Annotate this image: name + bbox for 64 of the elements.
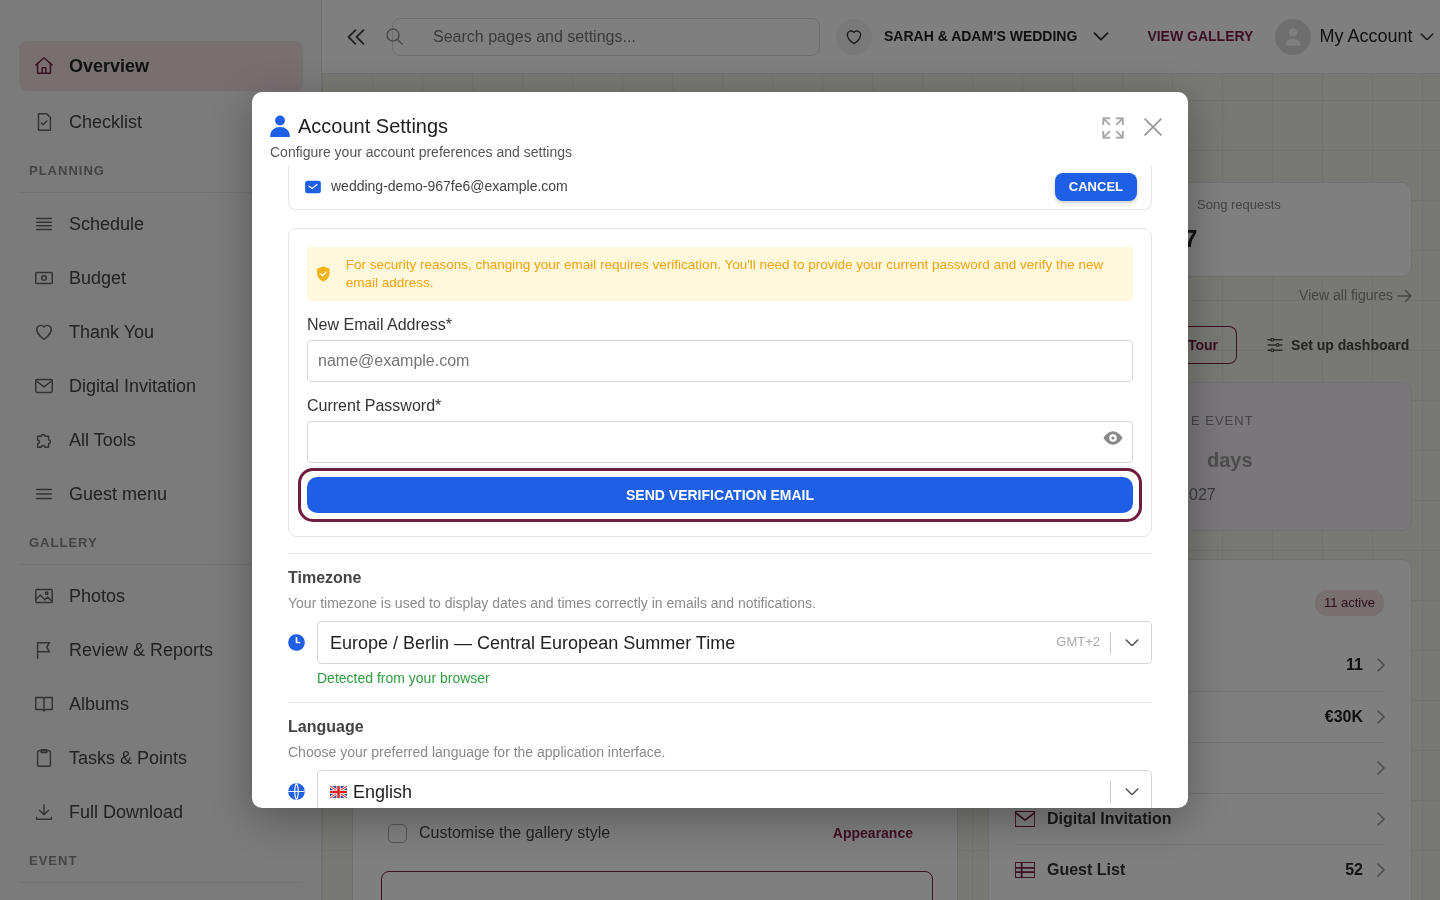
section-heading: Timezone: [288, 567, 363, 588]
heart-button[interactable]: [836, 18, 872, 55]
expand-button[interactable]: [1102, 117, 1124, 139]
detected-hint: Detected from your browser: [317, 670, 491, 688]
home-icon: [33, 55, 55, 77]
countdown-date: 027: [1189, 484, 1216, 505]
arrow-right-icon: [1397, 289, 1412, 302]
shield-check-icon: [317, 265, 330, 282]
current-email: wedding-demo-967fe6@example.com: [331, 178, 568, 196]
expand-icon: [1102, 117, 1124, 139]
table-icon: [1015, 861, 1035, 878]
section-description: Your timezone is used to display dates and times correctly in emails and notifications.: [288, 594, 817, 612]
chevron-down-icon: [1420, 32, 1435, 41]
count-badge: 11 active: [1314, 590, 1384, 616]
sidebar-item[interactable]: Schedule: [19, 197, 303, 251]
language-select[interactable]: English: [317, 770, 1152, 808]
appearance-link[interactable]: Appearance: [832, 822, 913, 844]
event-selector[interactable]: SARAH & ADAM'S WEDDING: [884, 26, 1110, 47]
security-notice: For security reasons, changing your email requires verification. You'll need to provide your current password and verify the new email address.: [307, 246, 1133, 301]
close-icon: [1144, 118, 1162, 136]
download-icon: [33, 801, 55, 823]
view-gallery-link[interactable]: VIEW GALLERY: [1147, 26, 1254, 47]
tool-row[interactable]: Guest List 52: [1015, 843, 1385, 895]
sidebar-item[interactable]: All Tools: [19, 413, 303, 467]
flag-icon: [330, 785, 347, 798]
chevron-right-icon: [1377, 811, 1385, 826]
double-chevron-left-icon: [346, 28, 366, 45]
chevron-down-icon: [1125, 638, 1139, 647]
chevron-down-icon: [1125, 787, 1139, 796]
sliders-icon: [1267, 338, 1284, 352]
stat-label: Song requests: [1197, 196, 1282, 214]
cancel-button[interactable]: CANCEL: [1054, 173, 1137, 201]
person-icon: [270, 115, 290, 137]
collapse-button[interactable]: [346, 28, 366, 45]
search-icon: [386, 27, 403, 45]
sidebar-item[interactable]: Budget: [19, 251, 303, 305]
task-checkbox[interactable]: [388, 823, 407, 843]
timezone-select[interactable]: Europe / Berlin — Central European Summer Time GMT+2: [317, 621, 1152, 664]
eye-icon: [1103, 430, 1123, 445]
sidebar-item[interactable]: Full Download: [19, 785, 303, 839]
close-button[interactable]: [1144, 118, 1162, 136]
chevron-down-icon: [1093, 32, 1110, 41]
section-heading: Language: [288, 716, 365, 737]
sidebar-item[interactable]: Thank You: [19, 305, 303, 359]
chevron-right-icon: [1377, 709, 1385, 724]
chevron-right-icon: [1377, 760, 1385, 775]
sidebar-item[interactable]: Overview: [19, 41, 303, 91]
password-field[interactable]: [307, 420, 1133, 463]
field-label: Current Password*: [307, 395, 443, 416]
chevron-right-icon: [1377, 658, 1385, 672]
sidebar-item[interactable]: Digital Invitation: [19, 359, 303, 413]
setup-dashboard-button[interactable]: Set up dashboard: [1255, 328, 1422, 362]
search-field[interactable]: Search pages and settings...: [392, 17, 820, 56]
clock-icon: [288, 634, 305, 651]
task-label: Customise the gallery style: [419, 823, 611, 843]
globe-icon: [288, 783, 305, 800]
send-verification-button[interactable]: SEND VERIFICATION EMAIL: [298, 467, 1142, 522]
dialog-title: Account Settings: [298, 114, 449, 138]
email-field[interactable]: name@example.com: [307, 339, 1133, 382]
chevron-right-icon: [1377, 862, 1385, 877]
sidebar-item[interactable]: Review & Reports: [19, 623, 303, 677]
account-menu[interactable]: My Account: [1275, 18, 1435, 55]
section-description: Choose your preferred language for the application interface.: [288, 743, 667, 761]
field-label: New Email Address*: [307, 314, 453, 335]
